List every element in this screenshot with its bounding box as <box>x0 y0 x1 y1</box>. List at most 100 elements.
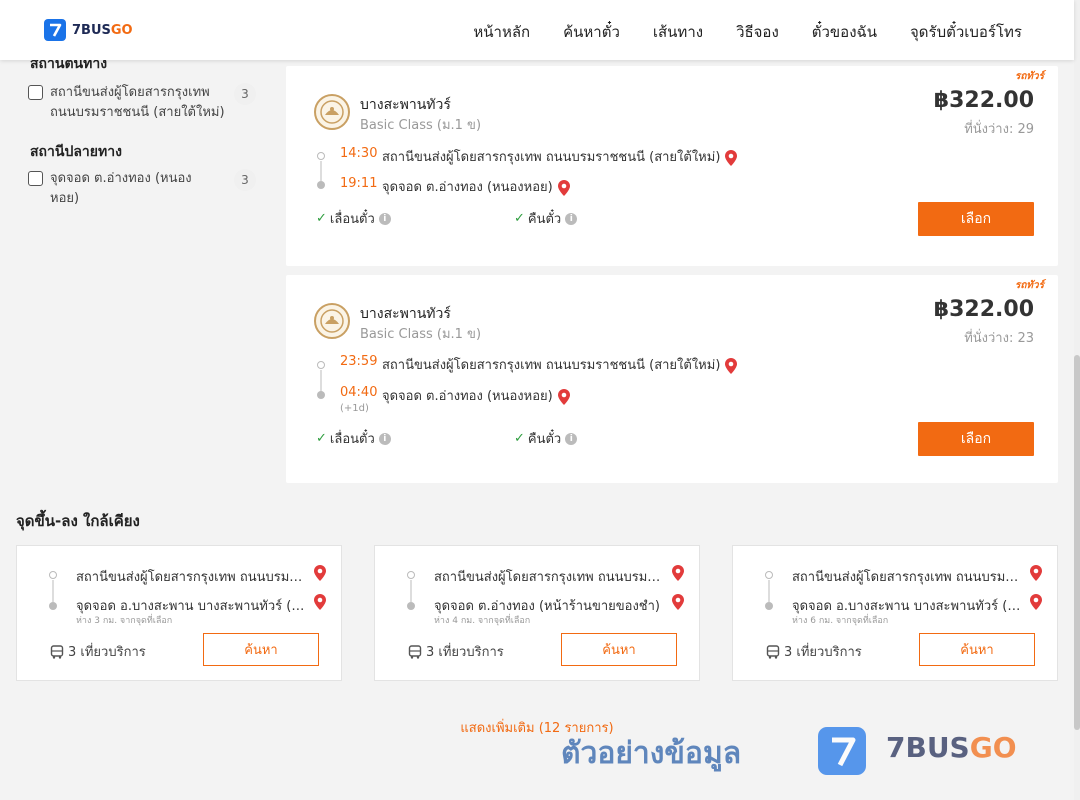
departure-dot-icon <box>317 152 325 160</box>
top-navigation-bar: 7BUSGO หน้าหลัก ค้นหาตั๋ว เส้นทาง วิธีจอ… <box>0 0 1074 60</box>
check-icon: ✓ <box>316 431 327 446</box>
map-pin-icon[interactable] <box>1030 594 1042 610</box>
departure-dot-icon <box>317 361 325 369</box>
ticket-price: ฿322.00 <box>933 88 1034 113</box>
reschedule-feature: ✓ เลื่อนตั๋ว i <box>316 428 391 449</box>
nearby-search-button[interactable]: ค้นหา <box>203 633 319 666</box>
nav-routes[interactable]: เส้นทาง <box>653 20 703 44</box>
route-line <box>52 580 54 602</box>
nearby-from-stop: สถานีขนส่งผู้โดยสารกรุงเทพ ถนนบรมราชชนนี… <box>76 570 308 585</box>
departure-stop: สถานีขนส่งผู้โดยสารกรุงเทพ ถนนบรมราชชนนี… <box>382 146 738 167</box>
nearby-from-stop: สถานีขนส่งผู้โดยสารกรุงเทพ ถนนบรมราชชนนี… <box>434 570 666 585</box>
nearby-distance: ห่าง 4 กม. จากจุดที่เลือก <box>434 616 531 626</box>
nearby-distance: ห่าง 3 กม. จากจุดที่เลือก <box>76 616 173 626</box>
brand-name: 7BUSGO <box>72 22 133 38</box>
bus-icon <box>408 644 422 659</box>
nearby-trip-count: 3 เที่ยวบริการ <box>766 641 862 662</box>
map-pin-icon[interactable] <box>314 565 326 581</box>
bus-class: Basic Class (ม.1 ข) <box>360 118 482 133</box>
brand-mark-icon <box>44 19 66 41</box>
refund-feature: ✓ คืนตั๋ว i <box>514 208 578 229</box>
nearby-distance: ห่าง 6 กม. จากจุดที่เลือก <box>792 616 889 626</box>
arrival-time: 19:11 <box>340 176 378 191</box>
select-trip-button[interactable]: เลือก <box>918 202 1034 236</box>
nearby-stops-title: จุดขึ้น-ลง ใกล้เคียง <box>16 512 140 530</box>
arrival-time: 04:40 <box>340 385 378 400</box>
to-dot-icon <box>765 602 773 610</box>
arrival-dot-icon <box>317 391 325 399</box>
origin-option-label: สถานีขนส่งผู้โดยสารกรุงเทพ ถนนบรมราชชนนี… <box>50 85 225 120</box>
check-icon: ✓ <box>316 211 327 226</box>
seats-available: ที่นั่งว่าง: 23 <box>964 331 1034 346</box>
info-icon[interactable]: i <box>565 432 578 445</box>
nav-home[interactable]: หน้าหลัก <box>473 20 530 44</box>
origin-option-count: 3 <box>234 83 256 105</box>
info-icon[interactable]: i <box>565 212 578 225</box>
map-pin-icon[interactable] <box>314 594 326 610</box>
nav-how-to-book[interactable]: วิธีจอง <box>736 20 779 44</box>
map-pin-icon[interactable] <box>557 388 570 405</box>
route-line <box>320 370 322 392</box>
refund-feature: ✓ คืนตั๋ว i <box>514 428 578 449</box>
nav-ticket-pickup[interactable]: จุดรับตั๋วเบอร์โทร <box>910 20 1022 44</box>
map-pin-icon[interactable] <box>672 565 684 581</box>
map-pin-icon[interactable] <box>557 179 570 196</box>
select-trip-button[interactable]: เลือก <box>918 422 1034 456</box>
reschedule-feature: ✓ เลื่อนตั๋ว i <box>316 208 391 229</box>
ticket-price: ฿322.00 <box>933 297 1034 322</box>
departure-time: 14:30 <box>340 146 378 161</box>
nearby-route-card: สถานีขนส่งผู้โดยสารกรุงเทพ ถนนบรมราชชนนี… <box>374 545 700 681</box>
check-icon: ✓ <box>514 431 525 446</box>
bus-icon <box>766 644 780 659</box>
from-dot-icon <box>49 571 57 579</box>
nearby-route-card: สถานีขนส่งผู้โดยสารกรุงเทพ ถนนบรมราชชนนี… <box>732 545 1058 681</box>
nearby-search-button[interactable]: ค้นหา <box>561 633 677 666</box>
destination-filter-title: สถานีปลายทาง <box>30 144 122 160</box>
departure-time: 23:59 <box>340 354 378 369</box>
destination-option-label: จุดจอด ต.อ่างทอง (หนองหอย) <box>50 171 192 206</box>
from-dot-icon <box>407 571 415 579</box>
next-day-indicator: (+1d) <box>340 403 369 414</box>
to-dot-icon <box>49 602 57 610</box>
brand-logo[interactable]: 7BUSGO <box>44 18 133 42</box>
operator-name: บางสะพานทัวร์ <box>360 97 451 113</box>
map-pin-icon[interactable] <box>672 594 684 610</box>
map-pin-icon[interactable] <box>1030 565 1042 581</box>
route-line <box>320 161 322 181</box>
trip-card: รถทัวร์ บางสะพานทัวร์ Basic Class (ม.1 ข… <box>286 275 1058 483</box>
route-line <box>768 580 770 602</box>
destination-filter-option[interactable]: จุดจอด ต.อ่างทอง (หนองหอย) 3 <box>28 169 256 209</box>
vehicle-type-badge: รถทัวร์ <box>1014 71 1044 82</box>
destination-option-count: 3 <box>234 169 256 191</box>
page-scrollbar[interactable] <box>1074 0 1080 800</box>
scrollbar-thumb[interactable] <box>1074 355 1080 730</box>
map-pin-icon[interactable] <box>725 149 738 166</box>
from-dot-icon <box>765 571 773 579</box>
nearby-search-button[interactable]: ค้นหา <box>919 633 1035 666</box>
route-line <box>410 580 412 602</box>
departure-stop: สถานีขนส่งผู้โดยสารกรุงเทพ ถนนบรมราชชนนี… <box>382 354 738 375</box>
bus-icon <box>50 644 64 659</box>
map-pin-icon[interactable] <box>725 357 738 374</box>
operator-name: บางสะพานทัวร์ <box>360 306 451 322</box>
origin-filter-option[interactable]: สถานีขนส่งผู้โดยสารกรุงเทพ ถนนบรมราชชนนี… <box>28 83 256 123</box>
seats-available: ที่นั่งว่าง: 29 <box>964 122 1034 137</box>
nearby-from-stop: สถานีขนส่งผู้โดยสารกรุงเทพ ถนนบรมราชชนนี… <box>792 570 1024 585</box>
to-dot-icon <box>407 602 415 610</box>
arrival-stop: จุดจอด ต.อ่างทอง (หนองหอย) <box>382 176 570 197</box>
info-icon[interactable]: i <box>378 432 391 445</box>
nav-search-tickets[interactable]: ค้นหาตั๋ว <box>563 20 620 44</box>
check-icon: ✓ <box>514 211 525 226</box>
arrival-dot-icon <box>317 181 325 189</box>
nearby-route-card: สถานีขนส่งผู้โดยสารกรุงเทพ ถนนบรมราชชนนี… <box>16 545 342 681</box>
watermark-text: ตัวอย่างข้อมูล <box>561 736 742 771</box>
nav-my-tickets[interactable]: ตั๋วของฉัน <box>812 20 877 44</box>
origin-checkbox[interactable] <box>28 85 43 100</box>
info-icon[interactable]: i <box>378 212 391 225</box>
trip-card: รถทัวร์ บางสะพานทัวร์ Basic Class (ม.1 ข… <box>286 66 1058 266</box>
destination-checkbox[interactable] <box>28 171 43 186</box>
nearby-trip-count: 3 เที่ยวบริการ <box>408 641 504 662</box>
bus-class: Basic Class (ม.1 ข) <box>360 327 482 342</box>
watermark-logo-icon <box>818 727 866 775</box>
nearby-trip-count: 3 เที่ยวบริการ <box>50 641 146 662</box>
